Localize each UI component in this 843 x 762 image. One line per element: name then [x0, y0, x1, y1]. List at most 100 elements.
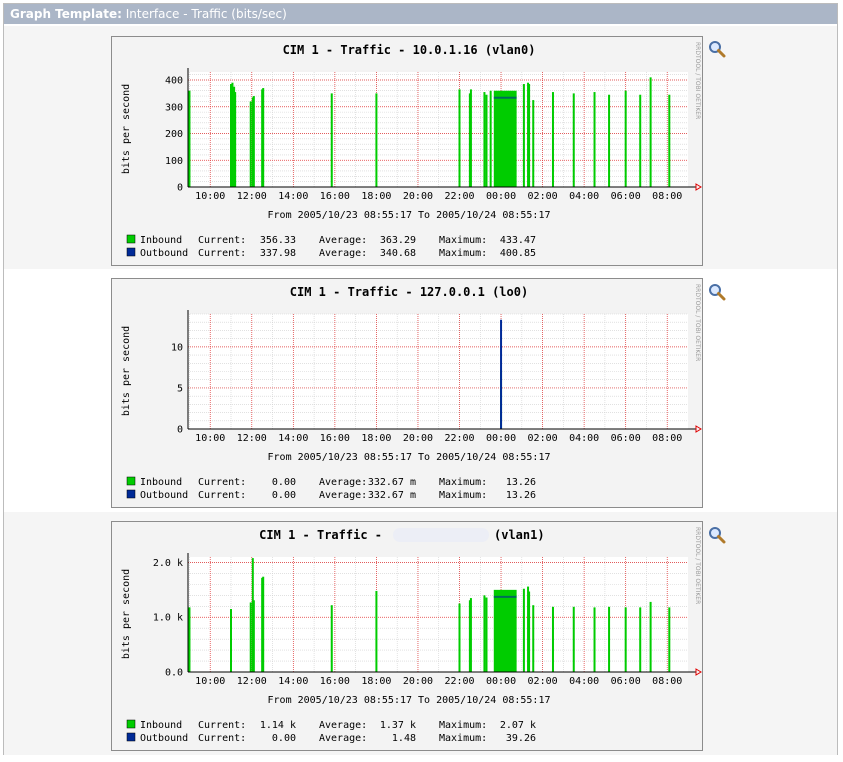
- inbound-spike: [229, 609, 232, 672]
- legend-current-value: 356.33: [260, 235, 296, 246]
- x-tick-label: 18:00: [361, 676, 391, 687]
- legend-maximum-value: 400.85: [500, 248, 536, 259]
- x-tick-label: 16:00: [320, 433, 350, 444]
- legend-maximum-value: 433.47: [500, 235, 536, 246]
- legend-maximum-value: 13.26: [506, 490, 536, 501]
- y-tick-label: 200: [165, 129, 183, 140]
- inbound-burst: [493, 90, 517, 187]
- inbound-spike: [249, 101, 252, 187]
- inbound-spike: [469, 598, 472, 672]
- inbound-spike: [608, 606, 611, 672]
- legend-average-label: Average:: [319, 720, 367, 731]
- x-tick-label: 00:00: [486, 191, 516, 202]
- inbound-spike: [375, 93, 378, 187]
- x-tick-label: 16:00: [320, 191, 350, 202]
- y-tick-label: 0: [177, 183, 183, 194]
- x-tick-label: 12:00: [237, 676, 267, 687]
- x-tick-label: 02:00: [528, 676, 558, 687]
- graph-image[interactable]: CIM 1 - Traffic - 127.0.0.1 (lo0) RRDTOOL…: [111, 278, 703, 508]
- inbound-spike: [483, 595, 486, 672]
- chart-title: CIM 1 - Traffic - 10.0.1.16 (vlan0): [283, 43, 536, 57]
- x-tick-label: 20:00: [403, 433, 433, 444]
- x-tick-label: 10:00: [195, 676, 225, 687]
- legend-swatch: [126, 719, 136, 729]
- x-tick-label: 20:00: [403, 676, 433, 687]
- legend-current-value: 0.00: [272, 477, 296, 488]
- inbound-spike: [522, 84, 525, 187]
- legend-series-name: Inbound: [140, 720, 182, 731]
- legend-swatch: [126, 476, 136, 486]
- magnifier-icon[interactable]: [708, 526, 726, 544]
- inbound-spike: [593, 92, 596, 187]
- x-tick-label: 22:00: [444, 191, 474, 202]
- legend-series-name: Outbound: [140, 490, 188, 501]
- legend-current-value: 337.98: [260, 248, 296, 259]
- legend-current-label: Current:: [198, 733, 246, 744]
- y-tick-label: 0: [177, 425, 183, 436]
- legend-average-value: 340.68: [380, 248, 416, 259]
- graph-image[interactable]: CIM 1 - Traffic - (vlan1) RRDTOOL / TOBI …: [111, 521, 703, 751]
- inbound-burst: [493, 589, 517, 672]
- y-axis-label: bits per second: [121, 84, 132, 174]
- inbound-spike: [458, 603, 461, 672]
- magnifier-icon[interactable]: [708, 283, 726, 301]
- chart-title: CIM 1 - Traffic -: [259, 528, 382, 542]
- inbound-spike: [624, 607, 627, 672]
- inbound-spike: [608, 94, 611, 187]
- inbound-spike: [330, 93, 333, 187]
- x-tick-label: 06:00: [611, 191, 641, 202]
- inbound-spike: [188, 90, 191, 187]
- x-axis-arrow: [695, 183, 702, 191]
- chart-title: CIM 1 - Traffic - 127.0.0.1 (lo0): [290, 285, 528, 299]
- x-tick-label: 16:00: [320, 676, 350, 687]
- inbound-spike: [262, 576, 265, 672]
- legend-average-value: 1.37 k: [380, 720, 416, 731]
- x-axis-arrow: [695, 668, 702, 676]
- inbound-spike: [485, 94, 488, 187]
- inbound-spike: [330, 605, 333, 672]
- legend-average-label: Average:: [319, 733, 367, 744]
- x-tick-label: 08:00: [652, 191, 682, 202]
- x-tick-label: 04:00: [569, 191, 599, 202]
- graph-template-name: Interface - Traffic (bits/sec): [125, 7, 287, 21]
- x-tick-label: 02:00: [528, 433, 558, 444]
- legend-maximum-label: Maximum:: [439, 733, 487, 744]
- x-axis-arrow: [695, 425, 702, 433]
- legend-current-value: 0.00: [272, 490, 296, 501]
- x-tick-label: 10:00: [195, 433, 225, 444]
- y-tick-label: 2.0 k: [153, 558, 183, 569]
- chart-title-suffix: (vlan1): [494, 528, 545, 542]
- legend-average-label: Average:: [319, 235, 367, 246]
- legend-maximum-label: Maximum:: [439, 720, 487, 731]
- inbound-spike: [624, 90, 627, 187]
- x-tick-label: 00:00: [486, 433, 516, 444]
- legend-average-label: Average:: [319, 248, 367, 259]
- legend-average-value: 1.48: [392, 733, 416, 744]
- magnifier-icon[interactable]: [708, 40, 726, 58]
- inbound-spike: [469, 89, 472, 187]
- inbound-spike: [649, 601, 652, 672]
- inbound-spike: [649, 77, 652, 187]
- legend-average-value: 332.67 m: [368, 477, 416, 488]
- inbound-spike: [188, 607, 191, 672]
- x-tick-label: 02:00: [528, 191, 558, 202]
- inbound-spike: [485, 597, 488, 672]
- legend-series-name: Outbound: [140, 248, 188, 259]
- legend-swatch: [126, 732, 136, 742]
- date-range: From 2005/10/23 08:55:17 To 2005/10/24 0…: [268, 452, 551, 463]
- inbound-spike: [522, 588, 525, 672]
- y-tick-label: 0.0: [165, 668, 183, 679]
- graph-image[interactable]: CIM 1 - Traffic - 10.0.1.16 (vlan0) RRDTO…: [111, 36, 703, 266]
- legend-series-name: Inbound: [140, 477, 182, 488]
- legend-average-label: Average:: [319, 477, 367, 488]
- inbound-spike: [639, 607, 642, 672]
- y-tick-label: 1.0 k: [153, 613, 183, 624]
- inbound-spike: [551, 92, 554, 187]
- y-tick-label: 5: [177, 383, 183, 394]
- legend-swatch: [126, 489, 136, 499]
- legend-series-name: Outbound: [140, 733, 188, 744]
- x-tick-label: 22:00: [444, 433, 474, 444]
- x-tick-label: 22:00: [444, 676, 474, 687]
- legend-maximum-label: Maximum:: [439, 477, 487, 488]
- outbound-burst: [493, 595, 517, 598]
